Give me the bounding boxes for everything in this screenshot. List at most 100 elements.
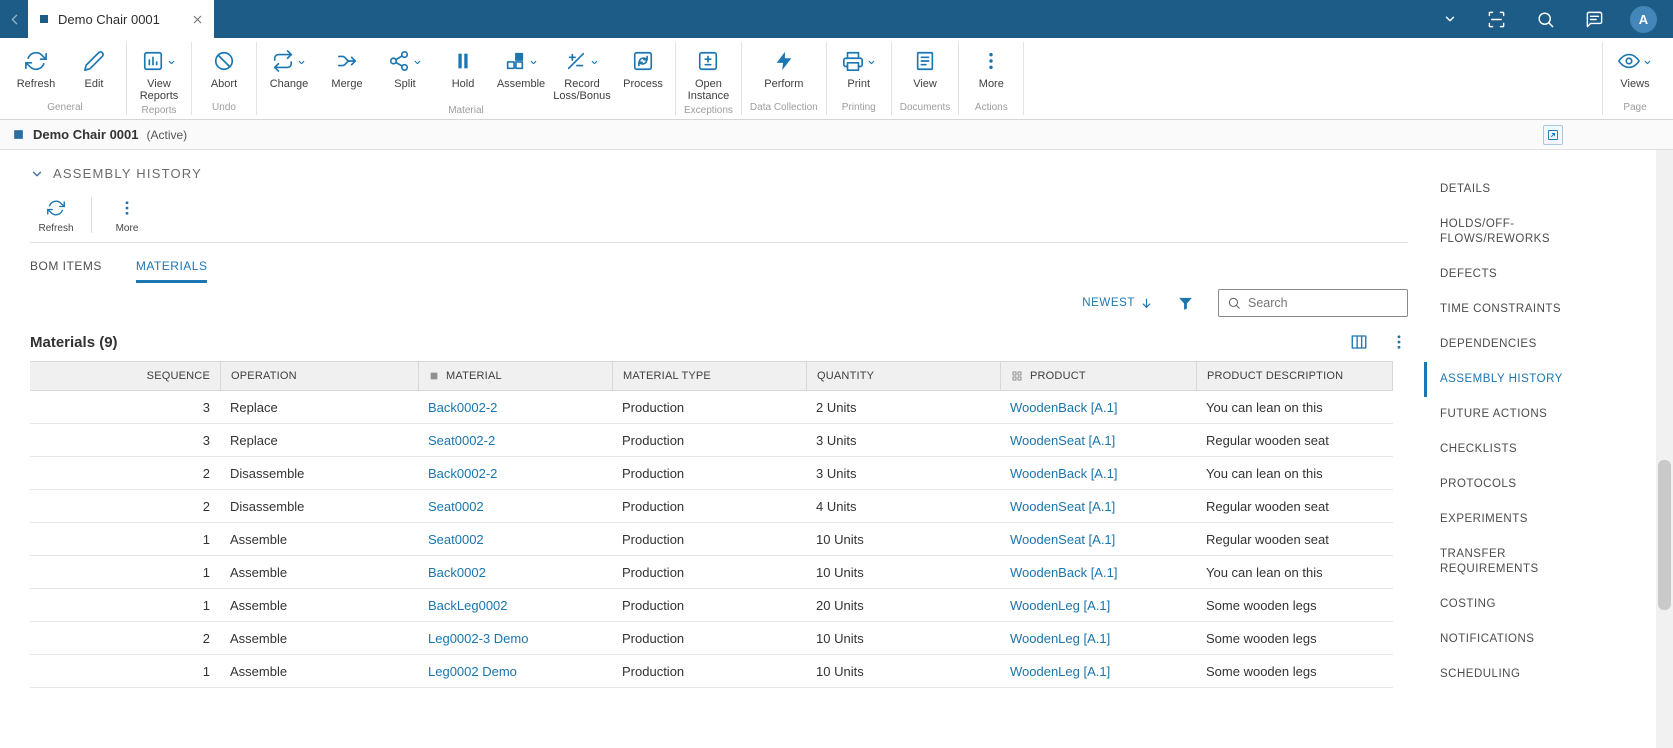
product-link[interactable]: WoodenBack [A.1] [1010, 466, 1117, 481]
material-link[interactable]: Seat0002-2 [428, 433, 495, 448]
panel-more-button[interactable]: More [101, 195, 153, 234]
cell-product: WoodenLeg [A.1] [1000, 622, 1196, 654]
product-link[interactable]: WoodenBack [A.1] [1010, 565, 1117, 580]
hold-button[interactable]: Hold [434, 42, 492, 102]
assembly-history-section-header[interactable]: ASSEMBLY HISTORY [30, 166, 1408, 181]
sidebar-item[interactable]: EXPERIMENTS [1424, 502, 1573, 537]
view-reports-button[interactable]: View Reports [130, 42, 188, 102]
group-label: Printing [841, 102, 876, 113]
cell-material: Back0002-2 [418, 457, 612, 489]
search-input[interactable] [1248, 296, 1399, 310]
scrollbar-thumb[interactable] [1658, 460, 1671, 610]
assemble-button[interactable]: Assemble [492, 42, 550, 102]
column-header-operation[interactable]: OPERATION [220, 362, 418, 390]
product-link[interactable]: WoodenLeg [A.1] [1010, 664, 1110, 679]
sidebar-item[interactable]: CHECKLISTS [1424, 432, 1573, 467]
column-header-product[interactable]: PRODUCT [1000, 362, 1196, 390]
sidebar-item[interactable]: DEPENDENCIES [1424, 327, 1573, 362]
split-button[interactable]: Split [376, 42, 434, 102]
button-label: Assemble [496, 78, 546, 90]
product-link[interactable]: WoodenSeat [A.1] [1010, 532, 1115, 547]
search-icon[interactable] [1536, 10, 1555, 29]
tab-bom-items[interactable]: BOM ITEMS [30, 259, 102, 283]
scan-icon[interactable] [1487, 10, 1506, 29]
process-button[interactable]: Process [614, 42, 672, 102]
product-link[interactable]: WoodenLeg [A.1] [1010, 598, 1110, 613]
panel-refresh-button[interactable]: Refresh [30, 195, 82, 234]
cell-product: WoodenBack [A.1] [1000, 457, 1196, 489]
sidebar-item[interactable]: PROTOCOLS [1424, 467, 1573, 502]
table-header-row: SEQUENCE OPERATION MATERIAL MATERIAL TYP… [30, 361, 1393, 391]
cell-sequence: 1 [202, 597, 210, 613]
tab-materials[interactable]: MATERIALS [135, 259, 208, 283]
button-label: Hold [451, 78, 475, 90]
avatar[interactable]: A [1630, 5, 1657, 33]
column-header-material-type[interactable]: MATERIAL TYPE [612, 362, 806, 390]
sidebar-item[interactable]: ASSEMBLY HISTORY [1424, 362, 1573, 397]
cell-quantity: 10 Units [816, 663, 864, 679]
button-label: Split [394, 78, 416, 90]
column-header-sequence[interactable]: SEQUENCE [30, 362, 220, 390]
print-button[interactable]: Print [830, 42, 888, 99]
material-link[interactable]: Back0002 [428, 565, 486, 580]
material-square-icon [429, 371, 439, 381]
sidebar-item[interactable]: DEFECTS [1424, 257, 1573, 292]
material-link[interactable]: Leg0002-3 Demo [428, 631, 528, 646]
sidebar-item[interactable]: TIME CONSTRAINTS [1424, 292, 1573, 327]
toolbar-group-documents: View Documents [892, 42, 960, 115]
column-header-quantity[interactable]: QUANTITY [806, 362, 1000, 390]
open-instance-button[interactable]: Open Instance [679, 42, 737, 102]
sidebar-item[interactable]: SCHEDULING [1424, 657, 1573, 692]
material-link[interactable]: Leg0002 Demo [428, 664, 517, 679]
sidebar-item[interactable]: NOTIFICATIONS [1424, 622, 1573, 657]
material-link[interactable]: BackLeg0002 [428, 598, 508, 613]
product-link[interactable]: WoodenBack [A.1] [1010, 400, 1117, 415]
tabs-dropdown-chevron-icon[interactable] [1443, 12, 1457, 26]
views-button[interactable]: Views [1606, 42, 1664, 99]
cell-operation: Assemble [230, 630, 288, 646]
toolbar-separator [91, 197, 92, 233]
refresh-button[interactable]: Refresh [7, 42, 65, 99]
sidebar-item[interactable]: DETAILS [1424, 172, 1573, 207]
sort-control[interactable]: NEWEST [1082, 297, 1153, 310]
group-label: Page [1623, 102, 1647, 113]
merge-button[interactable]: Merge [318, 42, 376, 102]
column-header-material[interactable]: MATERIAL [418, 362, 612, 390]
sidebar-item[interactable]: COSTING [1424, 587, 1573, 622]
ribbon-toolbar: Refresh Edit General View Reports Report… [0, 38, 1673, 120]
product-link[interactable]: WoodenLeg [A.1] [1010, 631, 1110, 646]
perform-button[interactable]: Perform [755, 42, 813, 99]
sidebar-item[interactable]: FUTURE ACTIONS [1424, 397, 1573, 432]
close-icon[interactable] [191, 13, 204, 26]
tab-demo-chair[interactable]: Demo Chair 0001 [28, 0, 214, 38]
cell-sequence: 2 [202, 465, 210, 481]
view-button[interactable]: View [896, 42, 954, 99]
cell-quantity: 10 Units [816, 630, 864, 646]
refresh-icon [47, 199, 65, 217]
change-button[interactable]: Change [260, 42, 318, 102]
material-link[interactable]: Seat0002 [428, 499, 484, 514]
table-more-icon[interactable] [1390, 333, 1408, 351]
material-link[interactable]: Back0002-2 [428, 466, 497, 481]
feedback-icon[interactable] [1585, 10, 1604, 29]
filter-funnel-icon[interactable] [1177, 295, 1194, 312]
expand-panel-button[interactable] [1543, 124, 1563, 145]
material-link[interactable]: Seat0002 [428, 532, 484, 547]
vertical-scrollbar[interactable] [1656, 150, 1673, 748]
product-link[interactable]: WoodenSeat [A.1] [1010, 499, 1115, 514]
column-chooser-icon[interactable] [1350, 333, 1368, 351]
product-link[interactable]: WoodenSeat [A.1] [1010, 433, 1115, 448]
button-label: Record Loss/Bonus [553, 78, 611, 102]
record-loss-bonus-button[interactable]: Record Loss/Bonus [550, 42, 614, 102]
column-header-product-description[interactable]: PRODUCT DESCRIPTION [1196, 362, 1393, 390]
edit-button[interactable]: Edit [65, 42, 123, 99]
material-link[interactable]: Back0002-2 [428, 400, 497, 415]
table-row: 2 Disassemble Seat0002 Production 4 Unit… [30, 490, 1393, 523]
more-button[interactable]: More [962, 42, 1020, 99]
sidebar-item[interactable]: TRANSFER REQUIREMENTS [1424, 537, 1573, 587]
toolbar-group-reports: View Reports Reports [127, 42, 192, 116]
back-chevron-icon[interactable] [0, 11, 28, 28]
abort-button[interactable]: Abort [195, 42, 253, 99]
sidebar-item[interactable]: HOLDS/OFF-FLOWS/REWORKS [1424, 207, 1573, 257]
group-label: Material [448, 105, 484, 116]
